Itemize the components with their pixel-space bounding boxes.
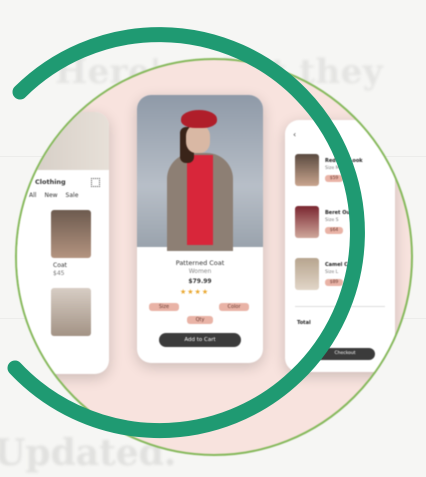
progress-ring	[7, 27, 365, 439]
ring-arc	[7, 27, 365, 439]
